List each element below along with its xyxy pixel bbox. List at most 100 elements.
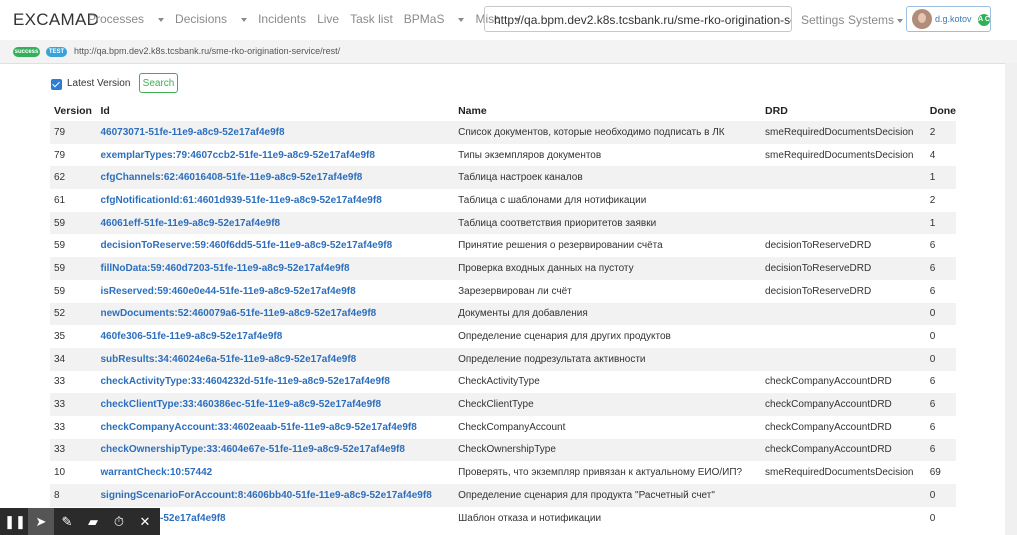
cell-id[interactable]: isReserved:59:460e0e44-51fe-11e9-a8c9-52… <box>97 280 455 303</box>
table-row: 59 46061eff-51fe-11e9-a8c9-52e17af4e9f8 Та… <box>50 211 956 235</box>
cell-drd <box>761 302 926 326</box>
cell-done: 2 <box>929 194 936 206</box>
cell-name: CheckCompanyAccount <box>458 421 566 433</box>
cell-version: 10 <box>54 467 66 479</box>
status-badge-success: success <box>13 47 40 57</box>
cell-id[interactable]: checkOwnershipType:33:4604e67e-51fe-11e9… <box>96 438 455 462</box>
cell-done: 1 <box>925 166 956 190</box>
cell-version: 52 <box>50 302 97 326</box>
user-name: d.g.kotov <box>935 14 972 24</box>
user-menu[interactable]: d.g.kotov A C <box>906 6 991 32</box>
eraser-icon[interactable]: ▰ <box>80 508 106 535</box>
col-header-name[interactable]: Name <box>454 101 761 121</box>
cell-version: 8 <box>50 484 97 507</box>
close-icon[interactable]: ✕ <box>132 508 158 535</box>
cell-done: 6 <box>929 376 936 388</box>
cell-id[interactable]: checkCompanyAccount:33:4602eaab-51fe-11e… <box>97 416 455 439</box>
cell-id[interactable]: cfgChannels:62:46016408-51fe-11e9-a8c9-5… <box>96 166 455 190</box>
nav-incidents[interactable]: Incidents <box>258 12 306 26</box>
table-row: 61 cfgNotificationId:61:4601d939-51fe-11e… <box>50 189 956 212</box>
cell-id[interactable]: exemplarTypes:79:4607ccb2-51fe-11e9-a8c9… <box>97 144 455 167</box>
table-row: 10 warrantCheck:10:57442 Проверять, что эк… <box>50 461 956 484</box>
cell-id[interactable]: 46073071-51fe-11e9-a8c9-52e17af4e9f8 <box>96 121 455 144</box>
nav-systems[interactable]: Systems <box>848 13 904 27</box>
cell-id[interactable]: subResults:34:46024e6a-51fe-11e9-a8c9-52… <box>96 347 455 371</box>
nav-decisions[interactable]: Decisions <box>175 12 248 26</box>
cell-version: 62 <box>50 166 97 190</box>
nav-task-list[interactable]: Task list <box>350 12 393 26</box>
cell-id[interactable]: warrantCheck:10:57442 <box>97 461 455 484</box>
cell-name: Таблица с шаблонами для нотификации <box>458 194 647 206</box>
cell-drd <box>761 166 926 190</box>
cell-drd: decisionToReserveDRD <box>761 257 926 280</box>
table-row: 33 checkActivityType:33:4604232d-51fe-11e… <box>50 371 956 394</box>
cell-id[interactable]: fillNoData:59:460d7203-51fe-11e9-a8c9-52… <box>96 257 455 280</box>
table-row: 33 checkCompanyAccount:33:4602eaab-51fe-1… <box>50 416 956 439</box>
timer-icon[interactable]: ⏱ <box>106 508 132 535</box>
scrollbar[interactable] <box>1005 63 1017 535</box>
table-row: fe-11e9-a8c9-52e17af4e9f8 Шаблон отказа и… <box>50 507 956 530</box>
brand-logo[interactable]: EXCAMAD <box>13 10 99 30</box>
cell-drd <box>761 347 926 371</box>
cell-version: 34 <box>50 347 97 371</box>
cell-version: 79 <box>50 121 97 144</box>
pointer-icon[interactable]: ➤ <box>28 508 54 535</box>
cell-id[interactable]: decisionToReserve:59:460f6dd5-51fe-11e9-… <box>97 234 455 257</box>
cell-drd <box>761 507 926 530</box>
cell-id[interactable]: checkClientType:33:460386ec-51fe-11e9-a8… <box>96 393 455 416</box>
latest-version-label: Latest Version <box>67 78 131 89</box>
nav-bpmas[interactable]: BPMaS <box>404 12 465 26</box>
table-row: 62 cfgChannels:62:46016408-51fe-11e9-a8c9… <box>50 166 956 190</box>
cell-id[interactable]: cfgNotificationId:61:4601d939-51fe-11e9-… <box>97 189 455 212</box>
environment-bar: success TEST http://qa.bpm.dev2.k8s.tcsb… <box>0 40 1017 64</box>
col-header-version[interactable]: Version <box>50 101 97 121</box>
cell-id[interactable]: 460fe306-51fe-11e9-a8c9-52e17af4e9f8 <box>97 325 455 348</box>
cell-done: 0 <box>925 347 956 371</box>
decisions-table: Version Id Name DRD Done 79 46073071-51fe… <box>50 101 956 529</box>
cell-drd: checkCompanyAccountDRD <box>761 438 926 462</box>
cell-version: 79 <box>54 149 66 161</box>
cell-done: 6 <box>925 438 956 462</box>
nav-settings[interactable]: Settings <box>801 13 844 27</box>
latest-version-checkbox[interactable] <box>51 79 62 90</box>
chevron-down-icon <box>897 18 904 23</box>
cell-name: CheckActivityType <box>458 376 540 388</box>
cell-id[interactable]: 46061eff-51fe-11e9-a8c9-52e17af4e9f8 <box>96 211 455 235</box>
cell-drd <box>761 189 926 212</box>
cell-done: 6 <box>925 257 956 280</box>
cell-version: 59 <box>54 285 66 297</box>
cell-name: Шаблон отказа и нотификации <box>458 512 602 524</box>
table-row: 59 decisionToReserve:59:460f6dd5-51fe-11e… <box>50 234 956 257</box>
cell-id[interactable]: signingScenarioForAccount:8:4606bb40-51f… <box>96 484 455 507</box>
server-url-input[interactable]: http://qa.bpm.dev2.k8s.tcsbank.ru/sme-rk… <box>484 6 792 32</box>
cell-done: 69 <box>929 467 941 479</box>
nav-live[interactable]: Live <box>317 12 339 26</box>
pause-icon[interactable]: ❚❚ <box>2 508 28 535</box>
cell-name: Таблица настроек каналов <box>454 166 762 190</box>
top-navbar: EXCAMAD Processes Decisions Incidents Li… <box>0 0 1017 41</box>
col-header-done[interactable]: Done <box>926 101 956 121</box>
nav-processes[interactable]: Processes <box>88 12 165 26</box>
avatar <box>912 9 932 29</box>
search-button[interactable]: Search <box>139 73 178 93</box>
cell-id[interactable]: newDocuments:52:460079a6-51fe-11e9-a8c9-… <box>96 302 455 326</box>
cell-name: Проверять, что экземпляр привязан к акту… <box>458 467 743 479</box>
cell-name: Зарезервирован ли счёт <box>458 285 572 297</box>
cell-drd: smeRequiredDocumentsDecision <box>765 149 914 161</box>
cell-version: 59 <box>50 257 97 280</box>
chevron-down-icon <box>241 17 248 22</box>
cell-drd: smeRequiredDocumentsDecision <box>765 467 914 479</box>
cell-done: 0 <box>929 331 936 343</box>
cell-id[interactable]: checkActivityType:33:4604232d-51fe-11e9-… <box>97 371 455 394</box>
col-header-id[interactable]: Id <box>97 101 455 121</box>
cell-done: 0 <box>925 484 956 507</box>
cell-name: Документы для добавления <box>454 302 762 326</box>
cell-name: Таблица соответствия приоритетов заявки <box>454 211 762 235</box>
cell-version: 33 <box>54 376 66 388</box>
pen-icon[interactable]: ✎ <box>54 508 80 535</box>
col-header-drd[interactable]: DRD <box>761 101 926 121</box>
cell-name: Типы экземпляров документов <box>458 149 602 161</box>
cell-drd: checkCompanyAccountDRD <box>765 421 892 433</box>
cell-name: Принятие решения о резервировании счёта <box>458 240 663 252</box>
cell-drd: checkCompanyAccountDRD <box>765 376 892 388</box>
